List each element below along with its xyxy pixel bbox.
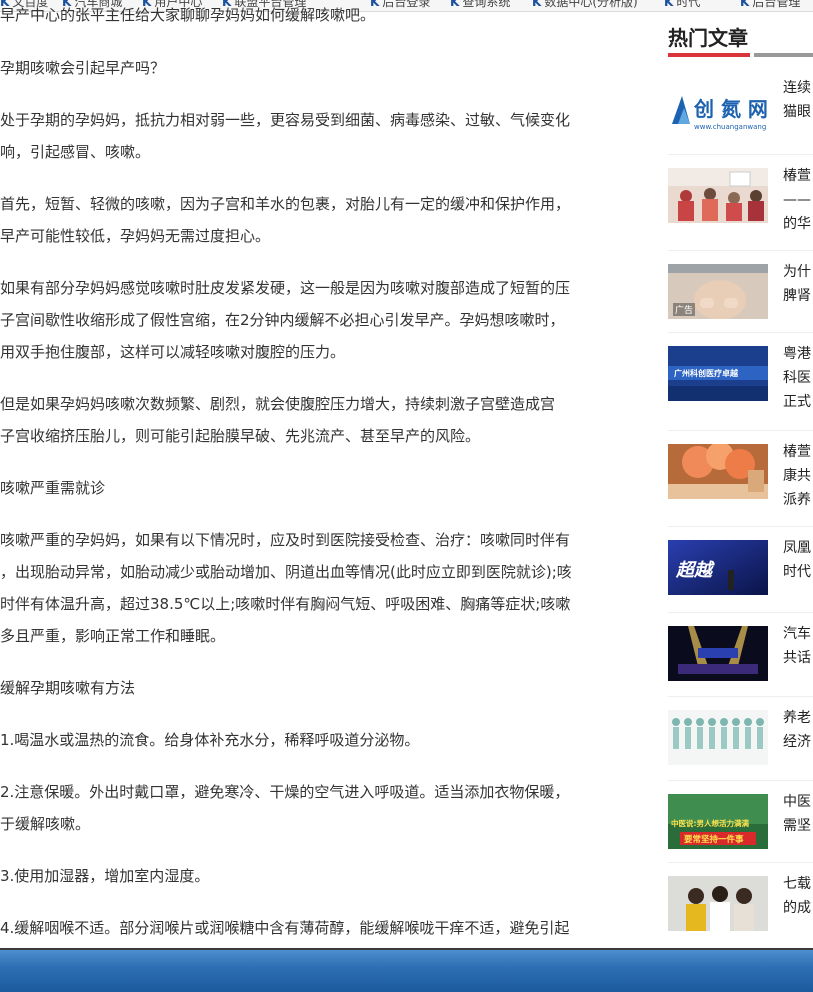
svg-text:中医说:男人想活力满满: 中医说:男人想活力满满 [671, 818, 749, 828]
hot-title-underline-rest [754, 53, 813, 57]
hot-article-title[interactable]: 为什脾肾 [783, 260, 813, 308]
article-line: 早产中心的张平主任给大家聊聊孕妈妈如何缓解咳嗽吧。 [0, 6, 376, 24]
hot-articles-sidebar: 热门文章 创 氮 网 www.chuanganwang 连续猫眼 椿萱——的华 广… [668, 0, 813, 950]
article-line: 但是如果孕妈妈咳嗽次数频繁、剧烈，就会使腹腔压力增大，持续刺激子宫壁造成宫 [0, 395, 556, 413]
article-line: 多且严重，影响正常工作和睡眠。 [0, 627, 226, 645]
article-line: 孕期咳嗽会引起早产吗？ [0, 59, 166, 77]
article-line: 用双手抱住腹部，这样可以减轻咳嗽对腹腔的压力。 [0, 343, 346, 361]
ad-badge: 广告 [673, 303, 696, 316]
article-body: 早产中心的张平主任给大家聊聊孕妈妈如何缓解咳嗽吧。 孕期咳嗽会引起早产吗？ 处于孕期… [0, 0, 612, 950]
article-line: 缓解孕期咳嗽有方法 [0, 679, 136, 697]
article-line: 早产可能性较低，孕妈妈无需过度担心。 [0, 227, 271, 245]
article-line: 4.缓解咽喉不适。部分润喉片或润喉糖中含有薄荷醇，能缓解喉咙干痒不适，避免引起 [0, 919, 570, 937]
article-line: 首先，短暂、轻微的咳嗽，因为子宫和羊水的包裹，对胎儿有一定的缓冲和保护作用， [0, 195, 571, 213]
svg-text:超越: 超越 [675, 560, 715, 581]
item-separator [668, 430, 813, 431]
hot-article-thumbnail[interactable] [668, 444, 768, 499]
hot-article-thumbnail[interactable]: 中医说:男人想活力满满 要常坚持一件事 [668, 794, 768, 849]
article-line: 如果有部分孕妈妈感觉咳嗽时肚皮发紧发硬，这一般是因为咳嗽对腹部造成了短暂的压 [0, 279, 571, 297]
os-taskbar[interactable] [0, 950, 813, 992]
svg-text:广州科创医疗卓越: 广州科创医疗卓越 [674, 368, 739, 378]
hot-article-title[interactable]: 连续猫眼 [783, 76, 813, 124]
hot-article-title[interactable]: 粤港科医正式 [783, 342, 813, 414]
item-separator [668, 696, 813, 697]
hot-article-thumbnail[interactable]: 创 氮 网 www.chuanganwang [668, 80, 768, 135]
item-separator [668, 332, 813, 333]
hot-article-thumbnail[interactable] [668, 168, 768, 223]
hot-article-thumbnail[interactable] [668, 626, 768, 681]
item-separator [668, 154, 813, 155]
hot-article-thumbnail[interactable] [668, 710, 768, 765]
svg-text:www.chuanganwang: www.chuanganwang [694, 123, 766, 131]
hot-article-title[interactable]: 椿萱——的华 [783, 164, 813, 236]
article-line: 处于孕期的孕妈妈，抵抗力相对弱一些，更容易受到细菌、病毒感染、过敏、气候变化 [0, 111, 571, 129]
article-line: 于缓解咳嗽。 [0, 815, 91, 833]
svg-text:要常坚持一件事: 要常坚持一件事 [684, 834, 744, 845]
item-separator [668, 526, 813, 527]
hot-article-thumbnail[interactable]: 广告 [668, 264, 768, 319]
hot-article-title[interactable]: 养老经济 [783, 706, 813, 754]
hot-article-title[interactable]: 汽车共话 [783, 622, 813, 670]
article-line: 咳嗽严重的孕妈妈，如果有以下情况时，应及时到医院接受检查、治疗：咳嗽同时伴有 [0, 531, 571, 549]
hot-article-thumbnail[interactable] [668, 876, 768, 931]
hot-article-thumbnail[interactable]: 超越 [668, 540, 768, 595]
item-separator [668, 612, 813, 613]
article-line: 响，引起感冒、咳嗽。 [0, 143, 151, 161]
hot-articles-title: 热门文章 [668, 26, 748, 50]
article-line: 3.使用加湿器，增加室内湿度。 [0, 867, 210, 885]
hot-title-underline [668, 53, 750, 57]
article-line: ，出现胎动异常，如胎动减少或胎动增加、阴道出血等情况(此时应立即到医院就诊);咳 [0, 563, 572, 581]
article-line: 咳嗽严重需就诊 [0, 479, 106, 497]
hot-article-title[interactable]: 中医需坚 [783, 790, 813, 838]
hot-article-title[interactable]: 凤凰时代 [783, 536, 813, 584]
article-line: 子宫收缩挤压胎儿，则可能引起胎膜早破、先兆流产、甚至早产的风险。 [0, 427, 481, 445]
item-separator [668, 250, 813, 251]
hot-article-title[interactable]: 七载的成 [783, 872, 813, 920]
article-line: 子宫间歇性收缩形成了假性宫缩，在2分钟内缓解不必担心引发早产。孕妈想咳嗽时， [0, 311, 565, 329]
article-line: 2.注意保暖。外出时戴口罩，避免寒冷、干燥的空气进入呼吸道。适当添加衣物保暖， [0, 783, 570, 801]
article-line: 时伴有体温升高，超过38.5℃以上;咳嗽时伴有胸闷气短、呼吸困难、胸痛等症状;咳… [0, 595, 571, 613]
article-line: 1.喝温水或温热的流食。给身体补充水分，稀释呼吸道分泌物。 [0, 731, 420, 749]
svg-text:创 氮 网: 创 氮 网 [693, 97, 768, 121]
hot-article-thumbnail[interactable]: 广州科创医疗卓越 [668, 346, 768, 401]
item-separator [668, 780, 813, 781]
hot-article-title[interactable]: 椿萱康共派养 [783, 440, 813, 512]
item-separator [668, 862, 813, 863]
